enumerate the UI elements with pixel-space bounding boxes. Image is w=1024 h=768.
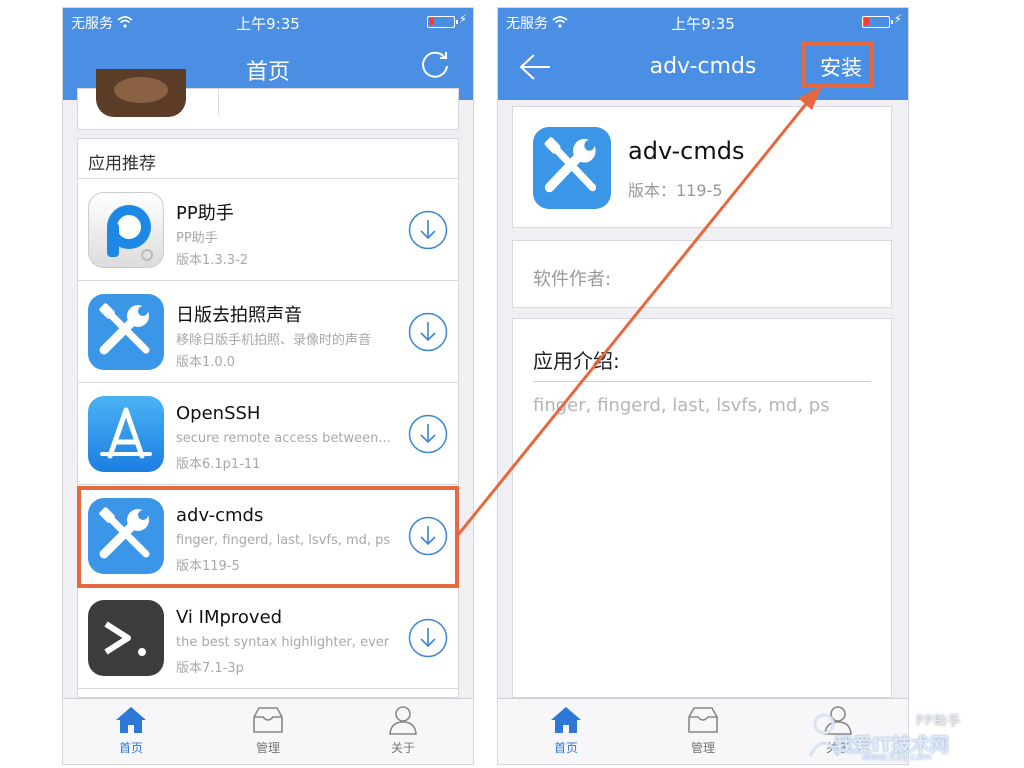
- detail-screen: 无服务 上午9:35 ⚡ adv-cmds 安装 adv-cmds 版本：119…: [498, 8, 908, 764]
- divider: [533, 381, 871, 382]
- app-row-pp[interactable]: PP助手 PP助手 版本1.3.3-2: [78, 179, 458, 281]
- nav-bar: adv-cmds 安装: [498, 34, 908, 100]
- tab-label: 关于: [390, 741, 415, 755]
- highlight-box-adv-cmds: [77, 486, 459, 588]
- tab-home[interactable]: 首页: [526, 705, 606, 756]
- app-row-vim[interactable]: Vi IMproved the best syntax highlighter,…: [78, 587, 458, 689]
- app-version: 版本：119-5: [628, 181, 723, 200]
- vim-terminal-icon: [88, 600, 164, 676]
- watermark: PP助手 我爱IT技术网 www.52ij.com: [804, 706, 1014, 763]
- download-icon[interactable]: [408, 414, 448, 454]
- app-name: Vi IMproved: [176, 607, 283, 628]
- author-label: 软件作者:: [533, 269, 612, 290]
- tools-icon: [533, 127, 611, 209]
- previous-card-partial: [77, 69, 459, 130]
- app-version: 版本6.1p1-11: [176, 457, 261, 472]
- download-icon[interactable]: [408, 618, 448, 658]
- status-bar: 无服务 上午9:35 ⚡: [498, 8, 908, 34]
- recommended-apps-card: 应用推荐 PP助手 PP助手 版本1.3.3-2 日版去拍照声音 移除日版手机拍…: [77, 138, 459, 698]
- refresh-icon[interactable]: [419, 50, 451, 82]
- battery-icon: [862, 16, 893, 28]
- app-name: OpenSSH: [176, 403, 261, 424]
- app-desc: secure remote access between...: [176, 431, 391, 446]
- app-row-openssh[interactable]: OpenSSH secure remote access between... …: [78, 383, 458, 485]
- tab-manage[interactable]: 管理: [228, 705, 308, 756]
- app-version: 版本1.3.3-2: [176, 253, 249, 268]
- app-version: 版本1.0.0: [176, 355, 236, 370]
- home-icon: [551, 707, 581, 733]
- app-desc: 移除日版手机拍照、录像时的声音: [176, 333, 372, 348]
- download-icon[interactable]: [408, 210, 448, 250]
- tab-home[interactable]: 首页: [91, 705, 171, 756]
- status-bar: 无服务 上午9:35 ⚡: [63, 8, 473, 34]
- manage-box-icon: [688, 707, 718, 733]
- home-screen: 无服务 上午9:35 ⚡ 首页 应用推荐 PP助手 PP助手 版本1.3.3-2: [63, 8, 473, 764]
- charging-icon: ⚡: [458, 12, 467, 26]
- status-time: 上午9:35: [671, 15, 735, 33]
- app-name: adv-cmds: [628, 137, 745, 165]
- intro-card: 应用介绍: finger, fingerd, last, lsvfs, md, …: [512, 318, 892, 698]
- app-name: 日版去拍照声音: [176, 305, 302, 326]
- tab-bar: 首页 管理 关于: [63, 698, 473, 764]
- tools-icon: [88, 294, 164, 370]
- intro-title: 应用介绍:: [533, 349, 620, 373]
- section-title: 应用推荐: [78, 139, 458, 179]
- intro-text: finger, fingerd, last, lsvfs, md, ps: [533, 395, 830, 416]
- app-store-icon: [88, 396, 164, 472]
- tab-label: 首页: [553, 741, 578, 755]
- tab-label: 首页: [118, 741, 143, 755]
- download-icon[interactable]: [408, 312, 448, 352]
- app-desc: the best syntax highlighter, ever: [176, 635, 390, 650]
- battery-icon: [427, 16, 458, 28]
- app-version: 版本7.1-3p: [176, 661, 244, 676]
- tab-label: 管理: [690, 741, 715, 755]
- app-icon-partial: [96, 69, 186, 117]
- tab-about[interactable]: 关于: [363, 705, 443, 756]
- home-icon: [116, 707, 146, 733]
- app-header-card: adv-cmds 版本：119-5: [512, 106, 892, 228]
- tab-manage[interactable]: 管理: [663, 705, 743, 756]
- app-desc: PP助手: [176, 231, 218, 246]
- person-icon: [389, 706, 417, 735]
- charging-icon: ⚡: [893, 12, 902, 26]
- pp-assistant-icon: [88, 192, 164, 268]
- manage-box-icon: [253, 707, 283, 733]
- app-row-mute-camera[interactable]: 日版去拍照声音 移除日版手机拍照、录像时的声音 版本1.0.0: [78, 281, 458, 383]
- author-card: 软件作者:: [512, 240, 892, 308]
- app-name: PP助手: [176, 203, 234, 224]
- watermark-logo-text: PP助手: [916, 714, 962, 729]
- watermark-url: www.52ij.com: [862, 752, 932, 763]
- status-time: 上午9:35: [236, 15, 300, 33]
- tab-label: 管理: [255, 741, 280, 755]
- highlight-box-install: [802, 42, 874, 88]
